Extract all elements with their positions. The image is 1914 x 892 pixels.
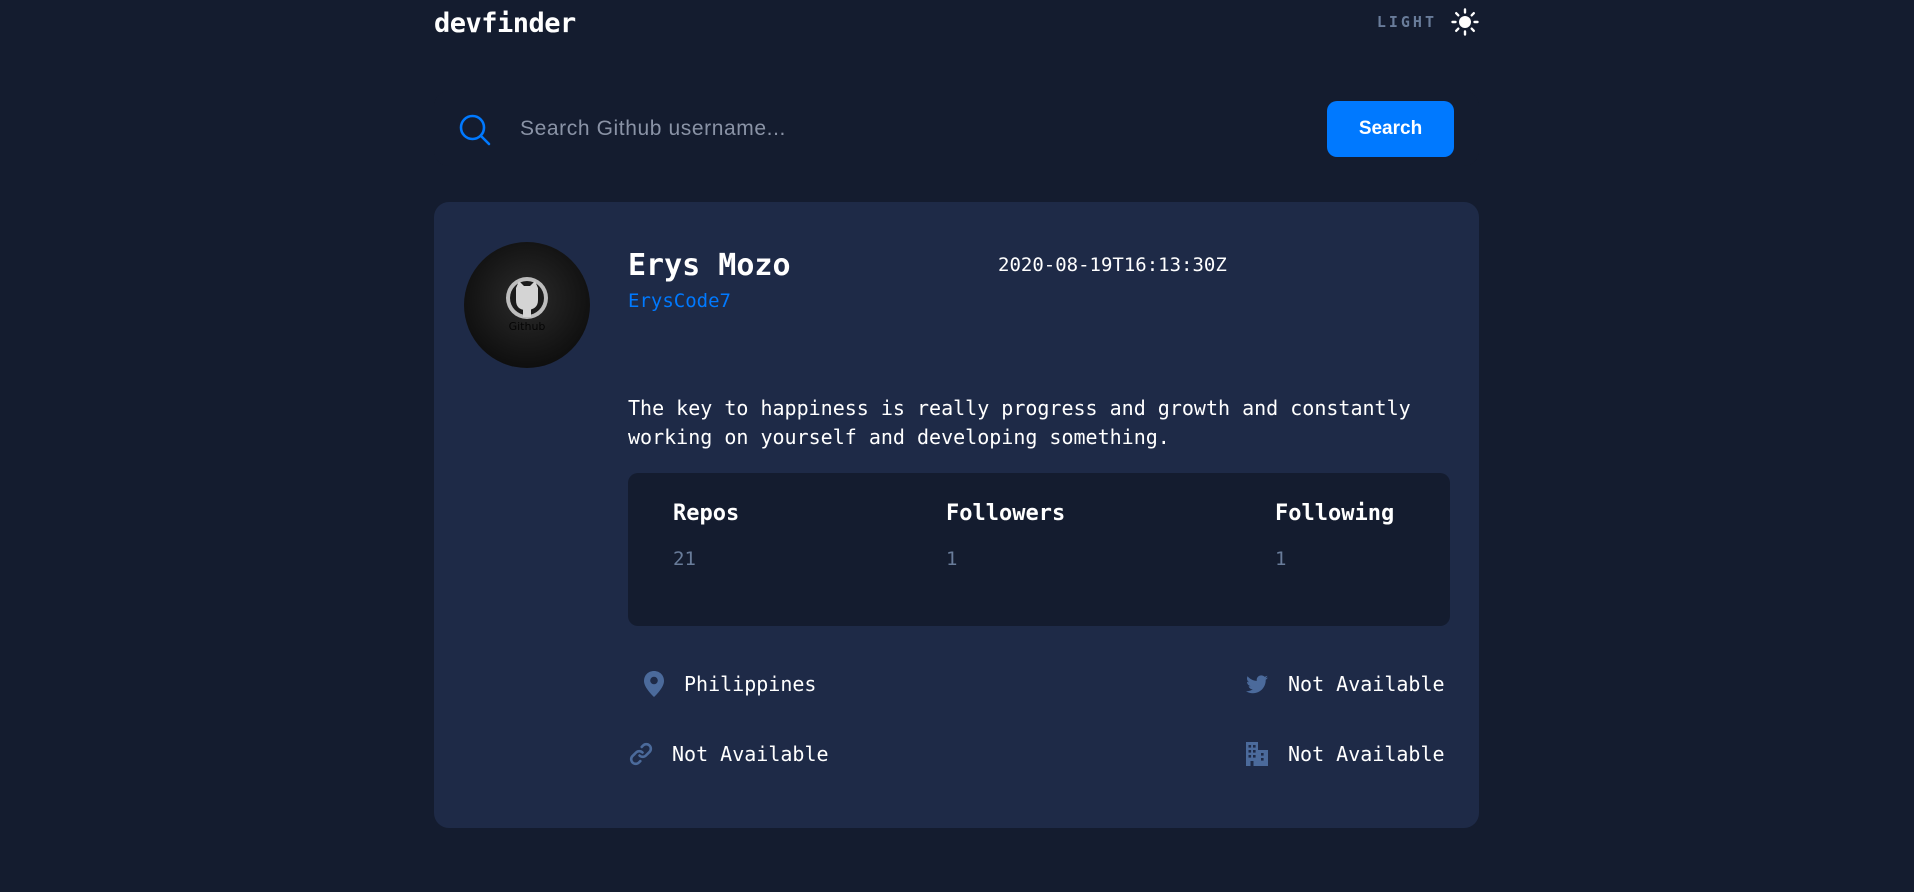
profile-card: Github Erys Mozo 2020-08-19T16:13:30Z Er… — [434, 202, 1479, 828]
search-button[interactable]: Search — [1327, 101, 1454, 157]
twitter-item: Not Available — [1244, 670, 1445, 698]
theme-toggle-label: LIGHT — [1376, 13, 1437, 31]
search-input[interactable] — [520, 109, 1300, 149]
location-item: Philippines — [642, 670, 816, 698]
theme-toggle[interactable]: LIGHT — [1377, 8, 1479, 36]
website-text: Not Available — [672, 742, 829, 766]
company-text: Not Available — [1288, 742, 1445, 766]
app-logo: devfinder — [434, 8, 576, 39]
office-building-icon — [1246, 742, 1268, 766]
search-icon — [459, 114, 491, 146]
website-item: Not Available — [628, 740, 829, 768]
sun-icon — [1451, 8, 1479, 36]
header: devfinder LIGHT — [434, 0, 1479, 50]
location-pin-icon — [644, 671, 664, 697]
twitter-text: Not Available — [1288, 672, 1445, 696]
location-text: Philippines — [684, 672, 817, 696]
search-bar: Search — [434, 91, 1479, 166]
profile-links: Philippines Not Available Not Available — [434, 202, 1479, 828]
app-container: devfinder LIGHT Search Github username..… — [434, 0, 1479, 828]
link-chain-icon — [629, 742, 653, 766]
company-item: Not Available — [1244, 740, 1445, 768]
twitter-icon — [1246, 675, 1268, 694]
